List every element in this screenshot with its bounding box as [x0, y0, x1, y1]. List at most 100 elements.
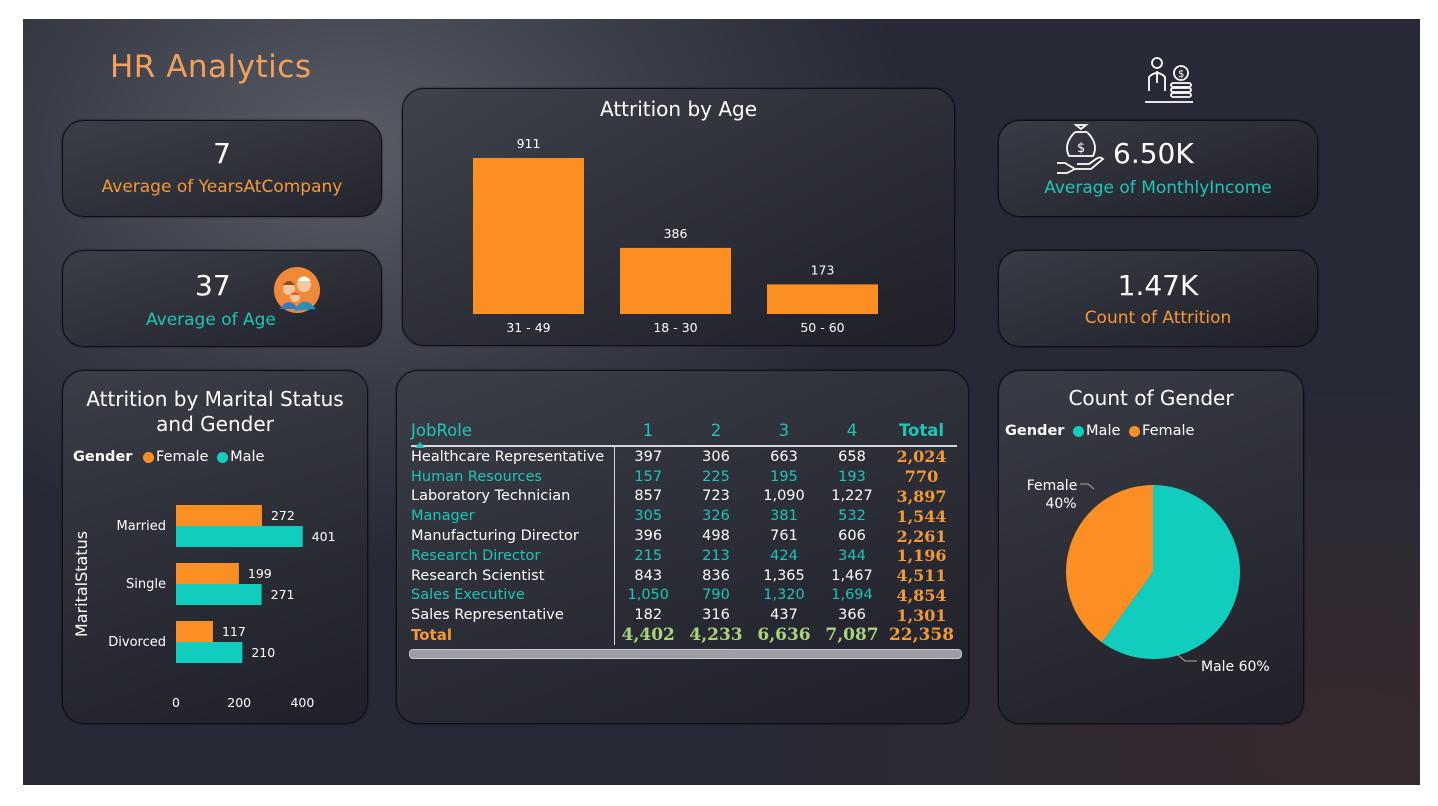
matrix-value-cell: 1,227 [831, 488, 873, 505]
matrix-jobrole-cell: Research Director [411, 547, 541, 564]
age-bar-0[interactable] [473, 158, 584, 314]
marital-bar-male-2[interactable] [176, 642, 243, 663]
jobrole-matrix-card[interactable]: JobRole 1 2 3 4 Total Healthcare Represe… [396, 370, 969, 724]
matrix-value-cell: 836 [702, 567, 730, 584]
table-row[interactable]: Sales Representative 182 316 437 366 1,301 [411, 605, 957, 626]
matrix-horizontal-scrollbar[interactable] [409, 649, 962, 659]
marital-x-tick-2: 400 [290, 695, 314, 710]
matrix-value-cell: 182 [613, 605, 682, 626]
matrix-value-cell: 663 [750, 445, 818, 467]
kpi-card-income[interactable]: $ 6.50K Average of MonthlyIncome [998, 120, 1318, 217]
matrix-value-cell: 193 [838, 468, 866, 485]
table-row[interactable]: Sales Executive 1,050 790 1,320 1,694 4,854 [411, 585, 957, 606]
age-axis-tick-0: 31 - 49 [506, 320, 550, 335]
kpi-card-attrition[interactable]: 1.47K Count of Attrition [998, 250, 1318, 347]
kpi-income-value: 6.50K [1113, 137, 1194, 170]
age-bar-label-2: 173 [811, 262, 835, 277]
table-row[interactable]: Manufacturing Director 396 498 761 606 2,261 [411, 526, 957, 546]
matrix-jobrole-cell: Laboratory Technician [411, 488, 571, 505]
matrix-header-col-2[interactable]: 2 [682, 415, 750, 446]
kpi-attrition-label: Count of Attrition [1084, 308, 1232, 328]
matrix-value-cell: 843 [613, 565, 682, 586]
marital-bar-label-male-1: 271 [271, 587, 295, 602]
matrix-jobrole-cell: Manager [411, 508, 475, 525]
matrix-value-cell: 397 [613, 445, 682, 467]
attrition-by-age-chart: 911 31 - 49 386 18 - 30 173 50 - 60 [473, 136, 878, 335]
matrix-value-cell: 1,365 [763, 567, 805, 584]
marital-bar-female-2[interactable] [176, 621, 213, 642]
matrix-header-col-4[interactable]: 4 [818, 415, 886, 446]
matrix-total-cell: 1,544 [896, 506, 947, 526]
matrix-value-cell: 306 [682, 445, 750, 467]
pie-label-female-pct: 40% [1045, 496, 1076, 512]
matrix-header-jobrole[interactable]: JobRole [411, 415, 614, 448]
matrix-value-cell: 1,320 [763, 587, 805, 604]
kpi-attrition-value: 1.47K [1117, 269, 1199, 302]
table-row[interactable]: Laboratory Technician 857 723 1,090 1,227 3,8… [411, 486, 957, 507]
matrix-header-row: JobRole 1 2 3 4 Total [411, 415, 957, 448]
person-coins-icon: $ [1143, 55, 1195, 107]
pie-leader-female [1080, 483, 1095, 490]
matrix-value-cell: 316 [702, 607, 730, 624]
matrix-header-total[interactable]: Total [886, 415, 957, 446]
matrix-total-label: Total [411, 626, 452, 645]
gender-pie-card[interactable]: Count of Gender Gender Male Female Male … [998, 370, 1304, 724]
kpi-card-age[interactable]: 37 Average of Age [62, 250, 382, 347]
jobrole-matrix-table: JobRole 1 2 3 4 Total Healthcare Represe… [411, 415, 957, 646]
matrix-total-cell: 2,024 [886, 445, 957, 467]
age-axis-tick-2: 50 - 60 [800, 320, 844, 335]
matrix-jobrole-cell: Research Scientist [411, 567, 545, 584]
people-group-icon [274, 267, 320, 313]
matrix-grand-total: 22,358 [888, 625, 955, 646]
marital-gender-card[interactable]: Attrition by Marital Status and Gender G… [62, 370, 368, 724]
matrix-value-cell: 532 [838, 508, 866, 525]
matrix-column-total: 7,087 [825, 625, 879, 646]
marital-y-axis-title: MaritalStatus [72, 531, 91, 637]
dashboard-title: HR Analytics [110, 49, 312, 85]
pie-leader-male [1176, 653, 1197, 662]
money-bag-hand-icon: $ [1055, 123, 1107, 175]
table-row[interactable]: Manager 305 326 381 532 1,544 [411, 506, 957, 527]
kpi-years-value: 7 [213, 137, 231, 170]
matrix-value-cell: 498 [702, 528, 730, 545]
age-bar-1[interactable] [620, 247, 731, 314]
matrix-jobrole-cell: Sales Executive [411, 587, 525, 604]
matrix-value-cell: 326 [702, 508, 730, 525]
table-row[interactable]: Healthcare Representative 397 306 663 658 2,0… [411, 445, 957, 467]
sort-ascending-icon[interactable] [415, 442, 425, 448]
matrix-total-cell: 2,261 [896, 526, 947, 546]
marital-bar-female-0[interactable] [176, 505, 262, 526]
marital-bar-male-1[interactable] [176, 584, 262, 605]
age-bar-2[interactable] [767, 284, 878, 314]
marital-bar-male-0[interactable] [176, 526, 303, 547]
table-row[interactable]: Research Scientist 843 836 1,365 1,467 4,511 [411, 565, 957, 586]
matrix-value-cell: 195 [770, 468, 798, 485]
matrix-value-cell: 381 [770, 508, 798, 525]
matrix-value-cell: 396 [613, 526, 682, 546]
table-row[interactable]: Research Director 215 213 424 344 1,196 [411, 545, 957, 566]
matrix-value-cell: 305 [613, 506, 682, 527]
kpi-income-label: Average of MonthlyIncome [1044, 178, 1272, 198]
marital-bar-label-female-1: 199 [248, 566, 272, 581]
kpi-card-years[interactable]: 7 Average of YearsAtCompany [62, 120, 382, 217]
marital-bar-label-male-2: 210 [251, 645, 275, 660]
matrix-value-cell: 1,090 [763, 488, 805, 505]
matrix-value-cell: 213 [702, 547, 730, 564]
matrix-total-row[interactable]: Total 4,402 4,233 6,636 7,087 22,358 [411, 625, 957, 646]
matrix-jobrole-cell: Healthcare Representative [411, 445, 614, 467]
matrix-header-col-3[interactable]: 3 [750, 415, 818, 446]
marital-gender-chart: MaritalStatus Married 272 401 Single 199 271 Di… [72, 505, 336, 710]
matrix-value-cell: 857 [613, 486, 682, 507]
attrition-by-age-card[interactable]: Attrition by Age 911 31 - 49 386 18 - 30 173… [402, 88, 955, 346]
matrix-value-cell: 344 [838, 547, 866, 564]
matrix-value-cell: 1,467 [831, 567, 873, 584]
matrix-total-cell: 770 [904, 467, 939, 487]
svg-text:$: $ [1178, 69, 1184, 80]
marital-category-1: Single [126, 577, 166, 592]
table-row[interactable]: Human Resources 157 225 195 193 770 [411, 466, 957, 487]
marital-bar-female-1[interactable] [176, 563, 239, 584]
matrix-total-cell: 4,511 [896, 566, 947, 586]
marital-bar-label-female-2: 117 [222, 624, 246, 639]
matrix-total-cell: 3,897 [896, 486, 947, 506]
matrix-header-col-1[interactable]: 1 [614, 415, 682, 446]
